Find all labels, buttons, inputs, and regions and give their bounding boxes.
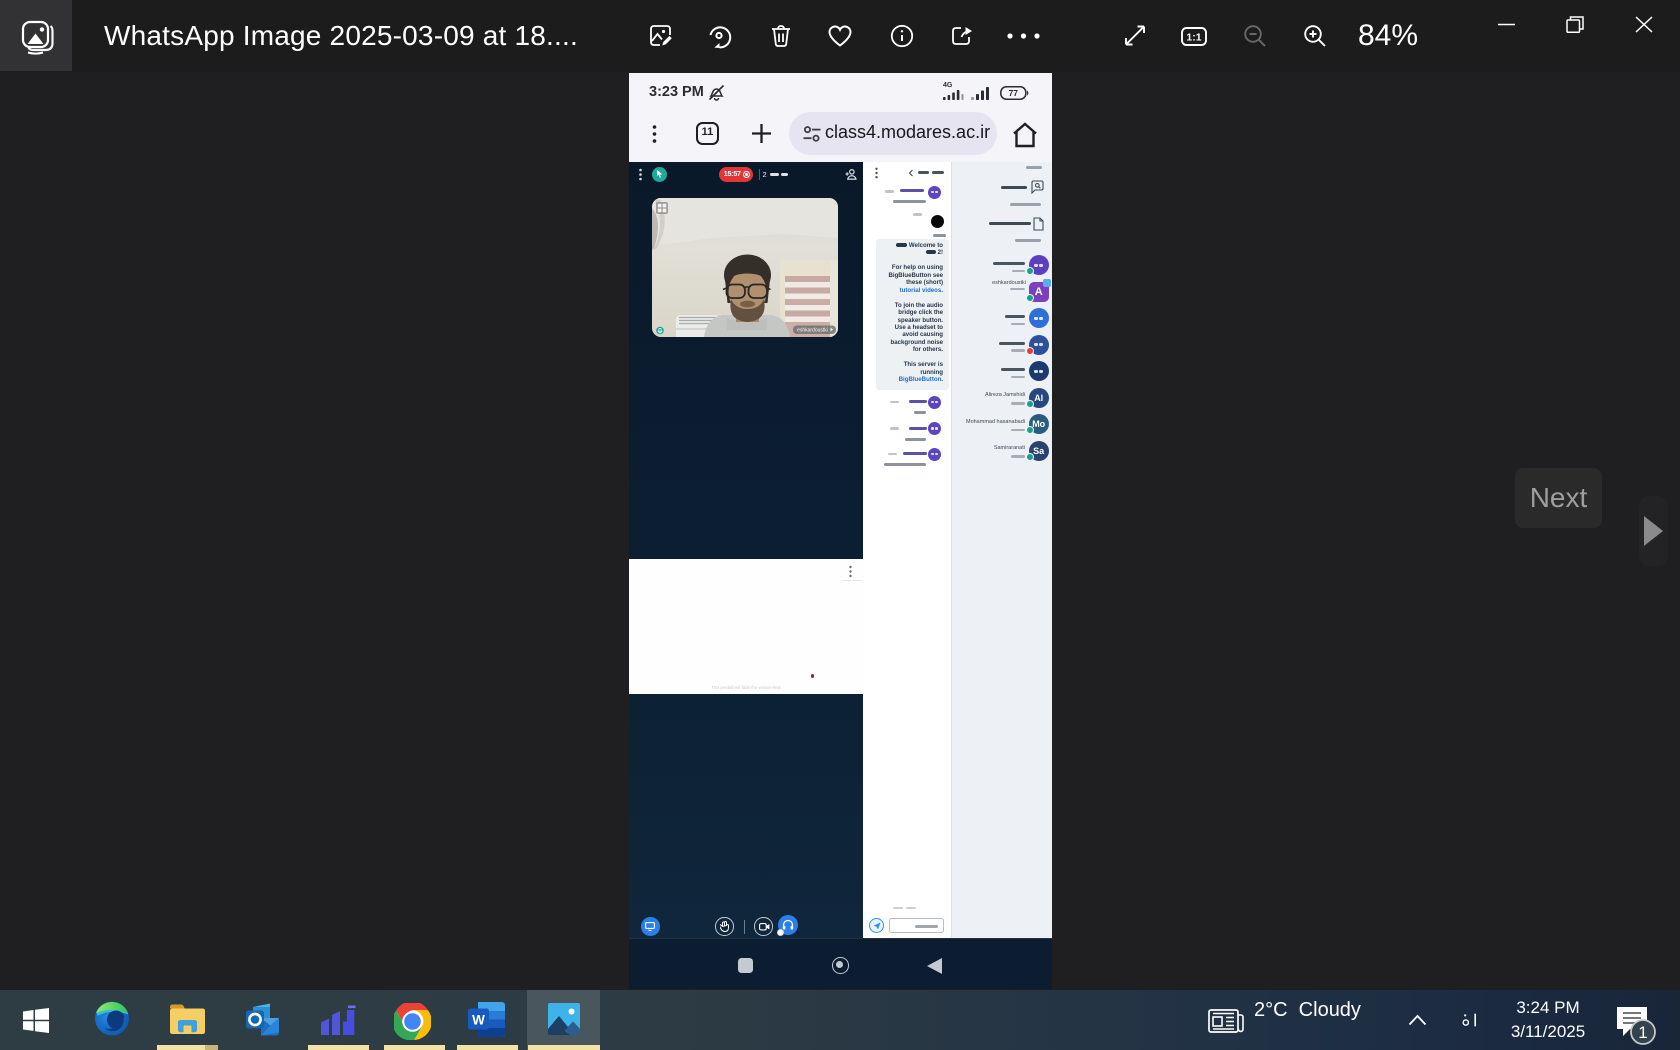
svg-text:1:1: 1:1 (1186, 32, 1201, 44)
svg-text:eshkardoustki: eshkardoustki (797, 328, 828, 334)
svg-text:77: 77 (1009, 88, 1019, 98)
svg-text:1: 1 (1638, 1023, 1647, 1042)
svg-text:W: W (472, 1013, 485, 1028)
